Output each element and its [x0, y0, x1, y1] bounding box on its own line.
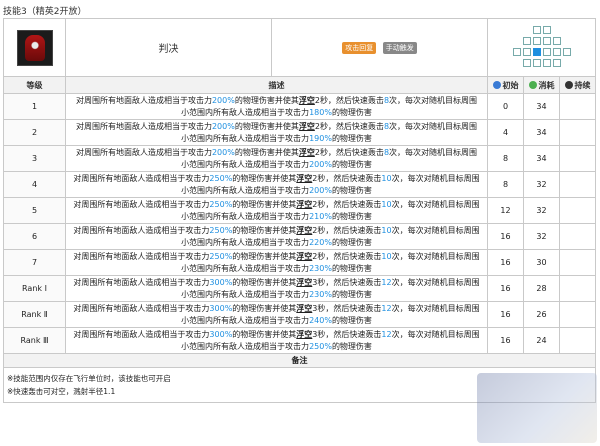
range-tile [542, 36, 551, 45]
range-center-tile [532, 47, 541, 56]
initial-sp-icon [492, 80, 501, 89]
cost-cell: 32 [523, 223, 561, 250]
range-tile [522, 36, 531, 45]
table-row: 1 对周围所有地面敌人造成相当于攻击力200%的物理伤害并使其浮空2秒，然后快速轰… [3, 93, 597, 120]
col-cost-header: 消耗 [523, 76, 561, 94]
range-tile [542, 58, 551, 67]
notes-header: 备注 [2, 353, 597, 368]
level-cell: 7 [3, 249, 66, 276]
initial-cell: 8 [487, 171, 525, 198]
table-row: 4 对周围所有地面敌人造成相当于攻击力250%的物理伤害并使其浮空2秒，然后快速轰… [3, 171, 597, 198]
level-cell: Rank Ⅰ [3, 275, 66, 302]
range-tile [532, 36, 541, 45]
cost-cell: 30 [523, 249, 561, 276]
lightning-icon [528, 80, 537, 89]
table-row: 5 对周围所有地面敌人造成相当于攻击力250%的物理伤害并使其浮空2秒，然后快速轰… [3, 197, 597, 224]
skill-judgement-icon [16, 29, 53, 66]
range-tile [552, 36, 561, 45]
level-cell: 4 [3, 171, 66, 198]
initial-cell: 12 [487, 197, 525, 224]
cost-cell: 28 [523, 275, 561, 302]
section-title: 技能3（精英2开放） [3, 7, 87, 17]
range-tile [512, 47, 521, 56]
col-description-header: 描述 [64, 76, 489, 94]
duration-cell [559, 301, 597, 328]
attack-range-cell [487, 18, 597, 77]
range-tile [542, 25, 551, 34]
range-tile [562, 47, 571, 56]
description-cell: 对周围所有地面敌人造成相当于攻击力300%的物理伤害并使其浮空3秒，然后快速轰击… [64, 327, 489, 354]
clock-icon [564, 80, 573, 89]
initial-cell: 0 [487, 93, 525, 120]
tag-attack-recovery: 攻击回复 [342, 41, 377, 54]
duration-cell [559, 145, 597, 172]
range-tile [532, 58, 541, 67]
description-cell: 对周围所有地面敌人造成相当于攻击力250%的物理伤害并使其浮空2秒，然后快速轰击… [64, 197, 489, 224]
col-duration-header: 持续 [559, 76, 597, 94]
cost-cell: 32 [523, 171, 561, 198]
description-cell: 对周围所有地面敌人造成相当于攻击力300%的物理伤害并使其浮空3秒，然后快速轰击… [64, 301, 489, 328]
description-cell: 对周围所有地面敌人造成相当于攻击力300%的物理伤害并使其浮空3秒，然后快速轰击… [64, 275, 489, 302]
table-row: 7 对周围所有地面敌人造成相当于攻击力250%的物理伤害并使其浮空2秒，然后快速轰… [3, 249, 597, 276]
watermark-image [477, 373, 597, 443]
cost-cell: 34 [523, 93, 561, 120]
level-cell: 5 [3, 197, 66, 224]
initial-cell: 16 [487, 301, 525, 328]
description-cell: 对周围所有地面敌人造成相当于攻击力200%的物理伤害并使其浮空2秒，然后快速轰击… [64, 145, 489, 172]
skill-table: 判决 攻击回复 手动触发 等级 描述 初始 消耗 持续 1 对周围所有地面敌人造… [2, 18, 597, 403]
cost-cell: 24 [523, 327, 561, 354]
range-tile [542, 47, 551, 56]
initial-cell: 16 [487, 223, 525, 250]
level-cell: 6 [3, 223, 66, 250]
initial-cell: 16 [487, 249, 525, 276]
table-row: Rank Ⅰ 对周围所有地面敌人造成相当于攻击力300%的物理伤害并使其浮空3秒，… [3, 275, 597, 302]
duration-cell [559, 275, 597, 302]
duration-cell [559, 197, 597, 224]
duration-cell [559, 249, 597, 276]
attack-range-grid [512, 25, 572, 70]
page: { "section_title": "技能3（精英2开放）", "skill"… [0, 0, 600, 446]
level-cell: 3 [3, 145, 66, 172]
col-initial-header: 初始 [487, 76, 525, 94]
range-tile [532, 25, 541, 34]
description-cell: 对周围所有地面敌人造成相当于攻击力250%的物理伤害并使其浮空2秒，然后快速轰击… [64, 171, 489, 198]
skill-icon-cell [3, 18, 66, 77]
description-cell: 对周围所有地面敌人造成相当于攻击力250%的物理伤害并使其浮空2秒，然后快速轰击… [64, 223, 489, 250]
skill-name: 判决 [65, 18, 272, 77]
duration-cell [559, 223, 597, 250]
level-cell: 1 [3, 93, 66, 120]
description-cell: 对周围所有地面敌人造成相当于攻击力200%的物理伤害并使其浮空2秒，然后快速轰击… [64, 119, 489, 146]
level-cell: Rank Ⅲ [3, 327, 66, 354]
table-row: 6 对周围所有地面敌人造成相当于攻击力250%的物理伤害并使其浮空2秒，然后快速轰… [3, 223, 597, 250]
duration-cell [559, 327, 597, 354]
duration-cell [559, 171, 597, 198]
skill-tags: 攻击回复 手动触发 [270, 18, 489, 77]
level-cell: 2 [3, 119, 66, 146]
duration-cell [559, 119, 597, 146]
table-row: 3 对周围所有地面敌人造成相当于攻击力200%的物理伤害并使其浮空2秒，然后快速轰… [3, 145, 597, 172]
cost-cell: 26 [523, 301, 561, 328]
initial-cell: 4 [487, 119, 525, 146]
description-cell: 对周围所有地面敌人造成相当于攻击力250%的物理伤害并使其浮空2秒，然后快速轰击… [64, 249, 489, 276]
initial-cell: 16 [487, 327, 525, 354]
initial-cell: 8 [487, 145, 525, 172]
cost-cell: 32 [523, 197, 561, 224]
description-cell: 对周围所有地面敌人造成相当于攻击力200%的物理伤害并使其浮空2秒，然后快速轰击… [64, 93, 489, 120]
duration-cell [559, 93, 597, 120]
table-row: Rank Ⅲ 对周围所有地面敌人造成相当于攻击力300%的物理伤害并使其浮空3秒，… [3, 327, 597, 354]
range-tile [522, 58, 531, 67]
level-cell: Rank Ⅱ [3, 301, 66, 328]
cost-cell: 34 [523, 145, 561, 172]
table-row: 2 对周围所有地面敌人造成相当于攻击力200%的物理伤害并使其浮空2秒，然后快速轰… [3, 119, 597, 146]
col-level-header: 等级 [3, 76, 66, 94]
range-tile [552, 58, 561, 67]
cost-cell: 34 [523, 119, 561, 146]
tag-manual-trigger: 手动触发 [382, 41, 417, 54]
range-tile [552, 47, 561, 56]
range-tile [522, 47, 531, 56]
table-row: Rank Ⅱ 对周围所有地面敌人造成相当于攻击力300%的物理伤害并使其浮空3秒，… [3, 301, 597, 328]
initial-cell: 16 [487, 275, 525, 302]
